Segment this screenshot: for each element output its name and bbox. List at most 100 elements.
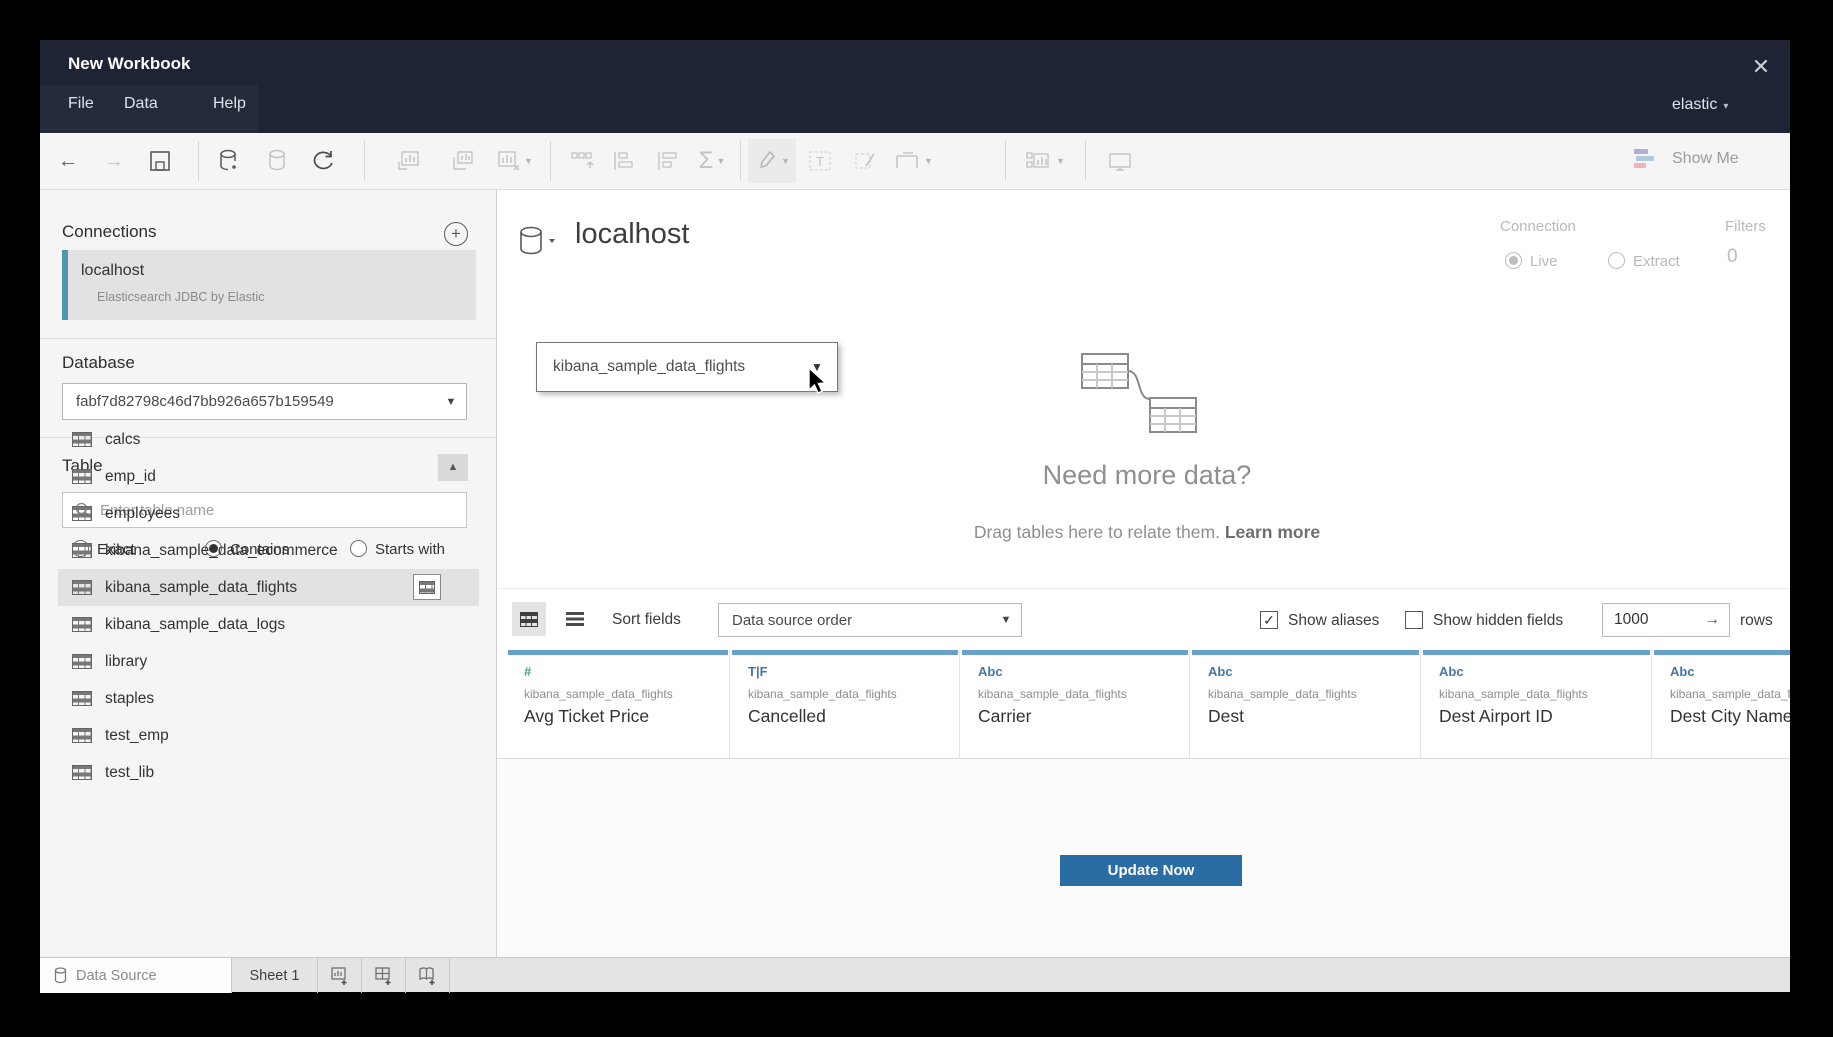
- relate-tables-illustration: [1072, 346, 1222, 446]
- apply-rows-icon[interactable]: →: [1695, 611, 1729, 629]
- connection-accent-bar: [62, 250, 68, 320]
- undo-icon[interactable]: ←: [50, 145, 86, 177]
- clear-sheet-icon[interactable]: ▼: [492, 145, 538, 177]
- presentation-icon[interactable]: [1098, 145, 1142, 177]
- connections-header: Connections: [62, 222, 157, 242]
- table-dropdown-value: kibana_sample_data_flights: [537, 358, 797, 376]
- field-type-icon: T|F: [748, 664, 768, 679]
- show-me-button[interactable]: Show Me: [1632, 149, 1739, 169]
- pause-updates-icon[interactable]: [260, 145, 294, 177]
- table-icon: [72, 617, 92, 632]
- show-aliases-label: Show aliases: [1288, 612, 1379, 630]
- svg-text:T: T: [816, 154, 824, 169]
- new-worksheet-tab-icon[interactable]: [318, 958, 362, 993]
- grid-view-button[interactable]: [512, 602, 546, 636]
- field-type-icon: Abc: [978, 664, 1003, 679]
- column-header[interactable]: # kibana_sample_data_flights Avg Ticket …: [508, 650, 730, 758]
- database-dropdown[interactable]: fabf7d82798c46d7bb926a657b159549 ▼: [62, 383, 467, 420]
- list-view-icon: [566, 612, 584, 626]
- table-list-item[interactable]: kibana_sample_data_logs: [58, 606, 479, 643]
- highlight-icon[interactable]: ▼: [752, 145, 796, 177]
- column-header[interactable]: Abc kibana_sample_data_flights Carrier: [962, 650, 1190, 758]
- totals-icon[interactable]: Σ▼: [688, 145, 736, 177]
- sort-order-dropdown[interactable]: Data source order ▼: [718, 603, 1022, 637]
- show-hidden-label: Show hidden fields: [1433, 612, 1563, 630]
- data-grid-area: Update Now: [497, 758, 1790, 957]
- chevron-down-icon: ▼: [436, 396, 466, 408]
- table-icon: [72, 691, 92, 706]
- menu-file[interactable]: File: [68, 95, 94, 113]
- table-list-item[interactable]: employees: [58, 495, 479, 532]
- connection-section-label: Connection: [1500, 218, 1576, 235]
- sort-ascending-icon[interactable]: [604, 145, 644, 177]
- new-worksheet-icon[interactable]: [390, 145, 426, 177]
- rows-input[interactable]: 1000 →: [1602, 603, 1730, 637]
- table-list-item[interactable]: test_lib: [58, 754, 479, 791]
- duplicate-sheet-icon[interactable]: [444, 145, 480, 177]
- main-toolbar: ← → ▼: [40, 133, 1790, 190]
- view-data-icon[interactable]: [413, 574, 441, 600]
- mark-labels-icon[interactable]: ▼: [1018, 145, 1072, 177]
- table-dropdown[interactable]: kibana_sample_data_flights ▼: [536, 342, 838, 392]
- database-value: fabf7d82798c46d7bb926a657b159549: [63, 393, 436, 410]
- chevron-down-icon: ▼: [924, 156, 933, 166]
- connection-name: localhost: [81, 262, 144, 280]
- table-icon: [72, 580, 92, 595]
- refresh-icon[interactable]: [304, 145, 342, 177]
- text-label-icon[interactable]: T: [800, 145, 840, 177]
- connection-subtitle: Elasticsearch JDBC by Elastic: [97, 290, 264, 304]
- show-aliases-checkbox[interactable]: ✓: [1260, 611, 1278, 629]
- radio-live-label: Live: [1530, 253, 1558, 270]
- table-list-item[interactable]: calcs: [58, 421, 479, 458]
- new-datasource-icon[interactable]: [212, 145, 246, 177]
- table-list-item[interactable]: library: [58, 643, 479, 680]
- column-header[interactable]: Abc kibana_sample_data_flights Dest Airp…: [1423, 650, 1652, 758]
- column-header[interactable]: Abc kibana_sample_data_flights Dest: [1192, 650, 1421, 758]
- edit-tooltip-icon[interactable]: [846, 145, 886, 177]
- radio-extract[interactable]: [1608, 252, 1625, 269]
- radio-live[interactable]: [1505, 252, 1522, 269]
- tab-data-source[interactable]: Data Source: [40, 958, 232, 993]
- table-list-item[interactable]: emp_id: [58, 458, 479, 495]
- table-list-item[interactable]: test_emp: [58, 717, 479, 754]
- table-list-item[interactable]: kibana_sample_data_ecommerce: [58, 532, 479, 569]
- connection-item[interactable]: localhost Elasticsearch JDBC by Elastic: [62, 250, 476, 320]
- tableau-window: New Workbook ✕ File Data Help elastic▾ ←…: [40, 40, 1790, 992]
- sort-descending-icon[interactable]: [648, 145, 688, 177]
- field-type-icon: #: [524, 664, 531, 679]
- menu-data[interactable]: Data: [124, 95, 158, 113]
- column-header[interactable]: T|F kibana_sample_data_flights Cancelled: [732, 650, 960, 758]
- database-label: Database: [62, 353, 135, 373]
- update-now-button[interactable]: Update Now: [1060, 855, 1242, 886]
- column-header[interactable]: Abc kibana_sample_data_flights Dest City…: [1654, 650, 1790, 758]
- datasource-icon[interactable]: [517, 226, 557, 258]
- table-list-item[interactable]: staples: [58, 680, 479, 717]
- close-icon[interactable]: ✕: [1746, 54, 1776, 80]
- menu-help[interactable]: Help: [213, 95, 246, 113]
- rows-value: 1000: [1603, 611, 1695, 629]
- new-dashboard-tab-icon[interactable]: [362, 958, 406, 993]
- filters-label: Filters: [1725, 218, 1766, 235]
- chevron-down-icon: ▼: [781, 156, 790, 166]
- sort-order-value: Data source order: [719, 612, 991, 629]
- table-icon: [72, 543, 92, 558]
- user-menu[interactable]: elastic▾: [1672, 96, 1728, 114]
- show-hidden-checkbox[interactable]: [1405, 611, 1423, 629]
- table-list-item-selected[interactable]: kibana_sample_data_flights: [58, 569, 479, 606]
- radio-extract-label: Extract: [1633, 253, 1680, 270]
- chevron-down-icon: ▼: [1056, 156, 1065, 166]
- fit-selector-icon[interactable]: ▼: [888, 145, 940, 177]
- show-me-label: Show Me: [1672, 150, 1739, 168]
- new-story-tab-icon[interactable]: [406, 958, 450, 993]
- field-type-icon: Abc: [1439, 664, 1464, 679]
- swap-axes-icon[interactable]: [562, 145, 604, 177]
- list-view-button[interactable]: [558, 602, 592, 636]
- title-bar: New Workbook ✕ File Data Help elastic▾: [40, 40, 1790, 133]
- table-icon: [72, 432, 92, 447]
- tab-sheet1[interactable]: Sheet 1: [232, 958, 318, 993]
- redo-icon[interactable]: →: [96, 145, 132, 177]
- learn-more-link[interactable]: Learn more: [1225, 522, 1320, 542]
- save-icon[interactable]: [142, 145, 178, 177]
- show-me-icon: [1632, 149, 1654, 169]
- add-connection-icon[interactable]: +: [444, 222, 468, 246]
